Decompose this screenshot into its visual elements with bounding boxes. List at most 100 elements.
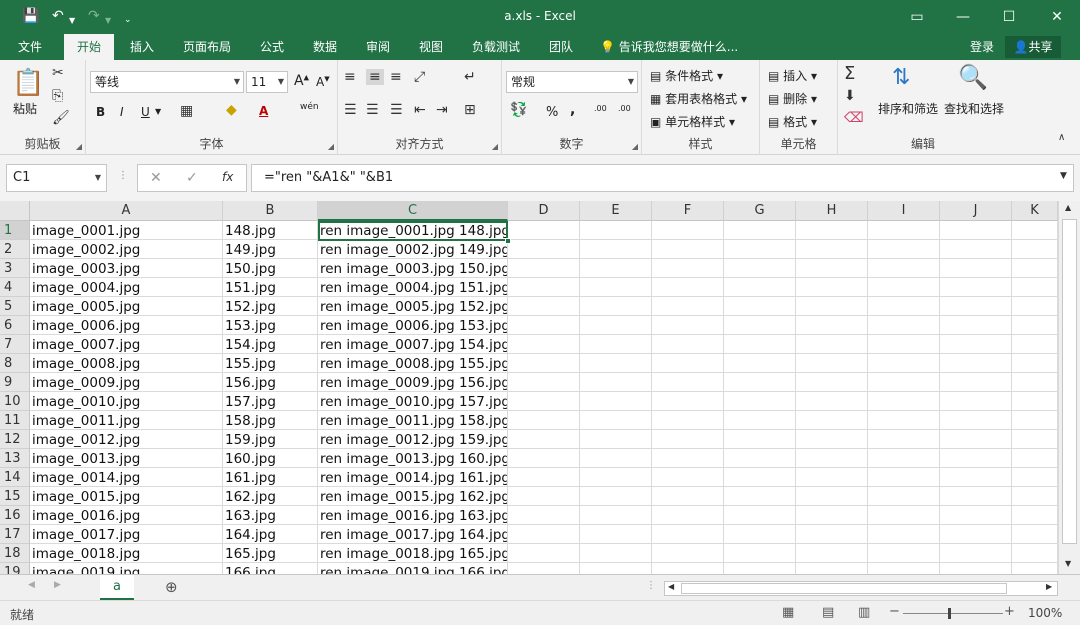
font-color-button[interactable]: A (259, 104, 268, 118)
row-header[interactable]: 10 (0, 392, 30, 411)
cell-b14[interactable]: 161.jpg (223, 468, 318, 487)
cell-k4[interactable] (1012, 278, 1058, 297)
cell-g1[interactable] (724, 221, 796, 240)
next-sheet-icon[interactable]: ▶ (54, 580, 61, 590)
tab-review[interactable]: 审阅 (358, 34, 398, 60)
cell-h4[interactable] (796, 278, 868, 297)
fill-icon[interactable]: ⬇ (844, 88, 856, 104)
row-header[interactable]: 15 (0, 487, 30, 506)
cell-i11[interactable] (868, 411, 940, 430)
cell-b6[interactable]: 153.jpg (223, 316, 318, 335)
cell-h13[interactable] (796, 449, 868, 468)
cut-icon[interactable]: ✂ (52, 65, 64, 81)
cell-d8[interactable] (508, 354, 580, 373)
cell-a11[interactable]: image_0011.jpg (30, 411, 223, 430)
cell-h3[interactable] (796, 259, 868, 278)
normal-view-icon[interactable]: ▦ (782, 605, 794, 620)
scroll-right-icon[interactable]: ▶ (1046, 582, 1052, 591)
cell-g14[interactable] (724, 468, 796, 487)
cell-b3[interactable]: 150.jpg (223, 259, 318, 278)
cell-h10[interactable] (796, 392, 868, 411)
cell-d15[interactable] (508, 487, 580, 506)
cell-k19[interactable] (1012, 563, 1058, 574)
cell-e1[interactable] (580, 221, 652, 240)
cell-i7[interactable] (868, 335, 940, 354)
align-left-icon[interactable]: ☰ (344, 102, 357, 118)
cell-f16[interactable] (652, 506, 724, 525)
cell-i16[interactable] (868, 506, 940, 525)
tab-home[interactable]: 开始 (64, 34, 114, 60)
cell-g19[interactable] (724, 563, 796, 574)
cell-k12[interactable] (1012, 430, 1058, 449)
cell-e7[interactable] (580, 335, 652, 354)
cell-k14[interactable] (1012, 468, 1058, 487)
horizontal-scrollbar[interactable]: ◀ ▶ (664, 581, 1058, 596)
wrap-text-icon[interactable]: ↵ (464, 69, 476, 85)
row-header[interactable]: 13 (0, 449, 30, 468)
cell-h5[interactable] (796, 297, 868, 316)
cell-e13[interactable] (580, 449, 652, 468)
cell-c11[interactable]: ren image_0011.jpg 158.jpg (318, 411, 508, 430)
cell-d6[interactable] (508, 316, 580, 335)
cell-h14[interactable] (796, 468, 868, 487)
scroll-down-icon[interactable]: ▼ (1065, 559, 1071, 568)
cell-b7[interactable]: 154.jpg (223, 335, 318, 354)
cell-f12[interactable] (652, 430, 724, 449)
cell-g3[interactable] (724, 259, 796, 278)
cell-c2[interactable]: ren image_0002.jpg 149.jpg (318, 240, 508, 259)
cell-b17[interactable]: 164.jpg (223, 525, 318, 544)
cell-h16[interactable] (796, 506, 868, 525)
increase-decimal-button[interactable]: .00 (594, 104, 607, 113)
fill-handle[interactable] (505, 238, 511, 244)
tab-data[interactable]: 数据 (305, 34, 345, 60)
clear-icon[interactable]: ⌫ (844, 110, 864, 126)
plus-icon[interactable]: ⊕ (165, 578, 178, 596)
dialog-launcher-icon[interactable]: ◢ (328, 142, 334, 151)
find-select-button[interactable]: 查找和选择 (944, 100, 1004, 117)
cell-f8[interactable] (652, 354, 724, 373)
cell-e16[interactable] (580, 506, 652, 525)
cell-c3[interactable]: ren image_0003.jpg 150.jpg (318, 259, 508, 278)
cell-h11[interactable] (796, 411, 868, 430)
cell-k9[interactable] (1012, 373, 1058, 392)
login-link[interactable]: 登录 (970, 34, 994, 60)
cell-f3[interactable] (652, 259, 724, 278)
cell-b18[interactable]: 165.jpg (223, 544, 318, 563)
sheet-tab-a[interactable]: a (100, 575, 134, 600)
cell-f7[interactable] (652, 335, 724, 354)
cell-a16[interactable]: image_0016.jpg (30, 506, 223, 525)
cell-c18[interactable]: ren image_0018.jpg 165.jpg (318, 544, 508, 563)
row-header[interactable]: 16 (0, 506, 30, 525)
cell-j16[interactable] (940, 506, 1012, 525)
dialog-launcher-icon[interactable]: ◢ (492, 142, 498, 151)
cell-b8[interactable]: 155.jpg (223, 354, 318, 373)
cell-c13[interactable]: ren image_0013.jpg 160.jpg (318, 449, 508, 468)
align-top-icon[interactable]: ≡ (344, 69, 356, 85)
number-format-select[interactable]: 常规 ▼ (506, 71, 638, 93)
cell-d17[interactable] (508, 525, 580, 544)
cell-c10[interactable]: ren image_0010.jpg 157.jpg (318, 392, 508, 411)
cell-k15[interactable] (1012, 487, 1058, 506)
zoom-in-icon[interactable]: + (1004, 604, 1015, 619)
cell-c8[interactable]: ren image_0008.jpg 155.jpg (318, 354, 508, 373)
format-painter-icon[interactable]: 🖌 (52, 110, 70, 126)
page-break-view-icon[interactable]: ▥ (858, 605, 870, 620)
cell-k5[interactable] (1012, 297, 1058, 316)
font-size-select[interactable]: 11 ▼ (246, 71, 288, 93)
cell-h6[interactable] (796, 316, 868, 335)
cell-a12[interactable]: image_0012.jpg (30, 430, 223, 449)
cell-h12[interactable] (796, 430, 868, 449)
cell-k18[interactable] (1012, 544, 1058, 563)
bold-button[interactable]: B (96, 105, 105, 119)
cell-e15[interactable] (580, 487, 652, 506)
cell-d12[interactable] (508, 430, 580, 449)
cell-i18[interactable] (868, 544, 940, 563)
cell-i19[interactable] (868, 563, 940, 574)
tab-page-layout[interactable]: 页面布局 (175, 34, 239, 60)
cell-a3[interactable]: image_0003.jpg (30, 259, 223, 278)
column-header-k[interactable]: K (1012, 201, 1058, 221)
cell-f14[interactable] (652, 468, 724, 487)
cell-a6[interactable]: image_0006.jpg (30, 316, 223, 335)
vertical-scrollbar[interactable]: ▲ ▼ (1058, 201, 1080, 574)
cell-a14[interactable]: image_0014.jpg (30, 468, 223, 487)
